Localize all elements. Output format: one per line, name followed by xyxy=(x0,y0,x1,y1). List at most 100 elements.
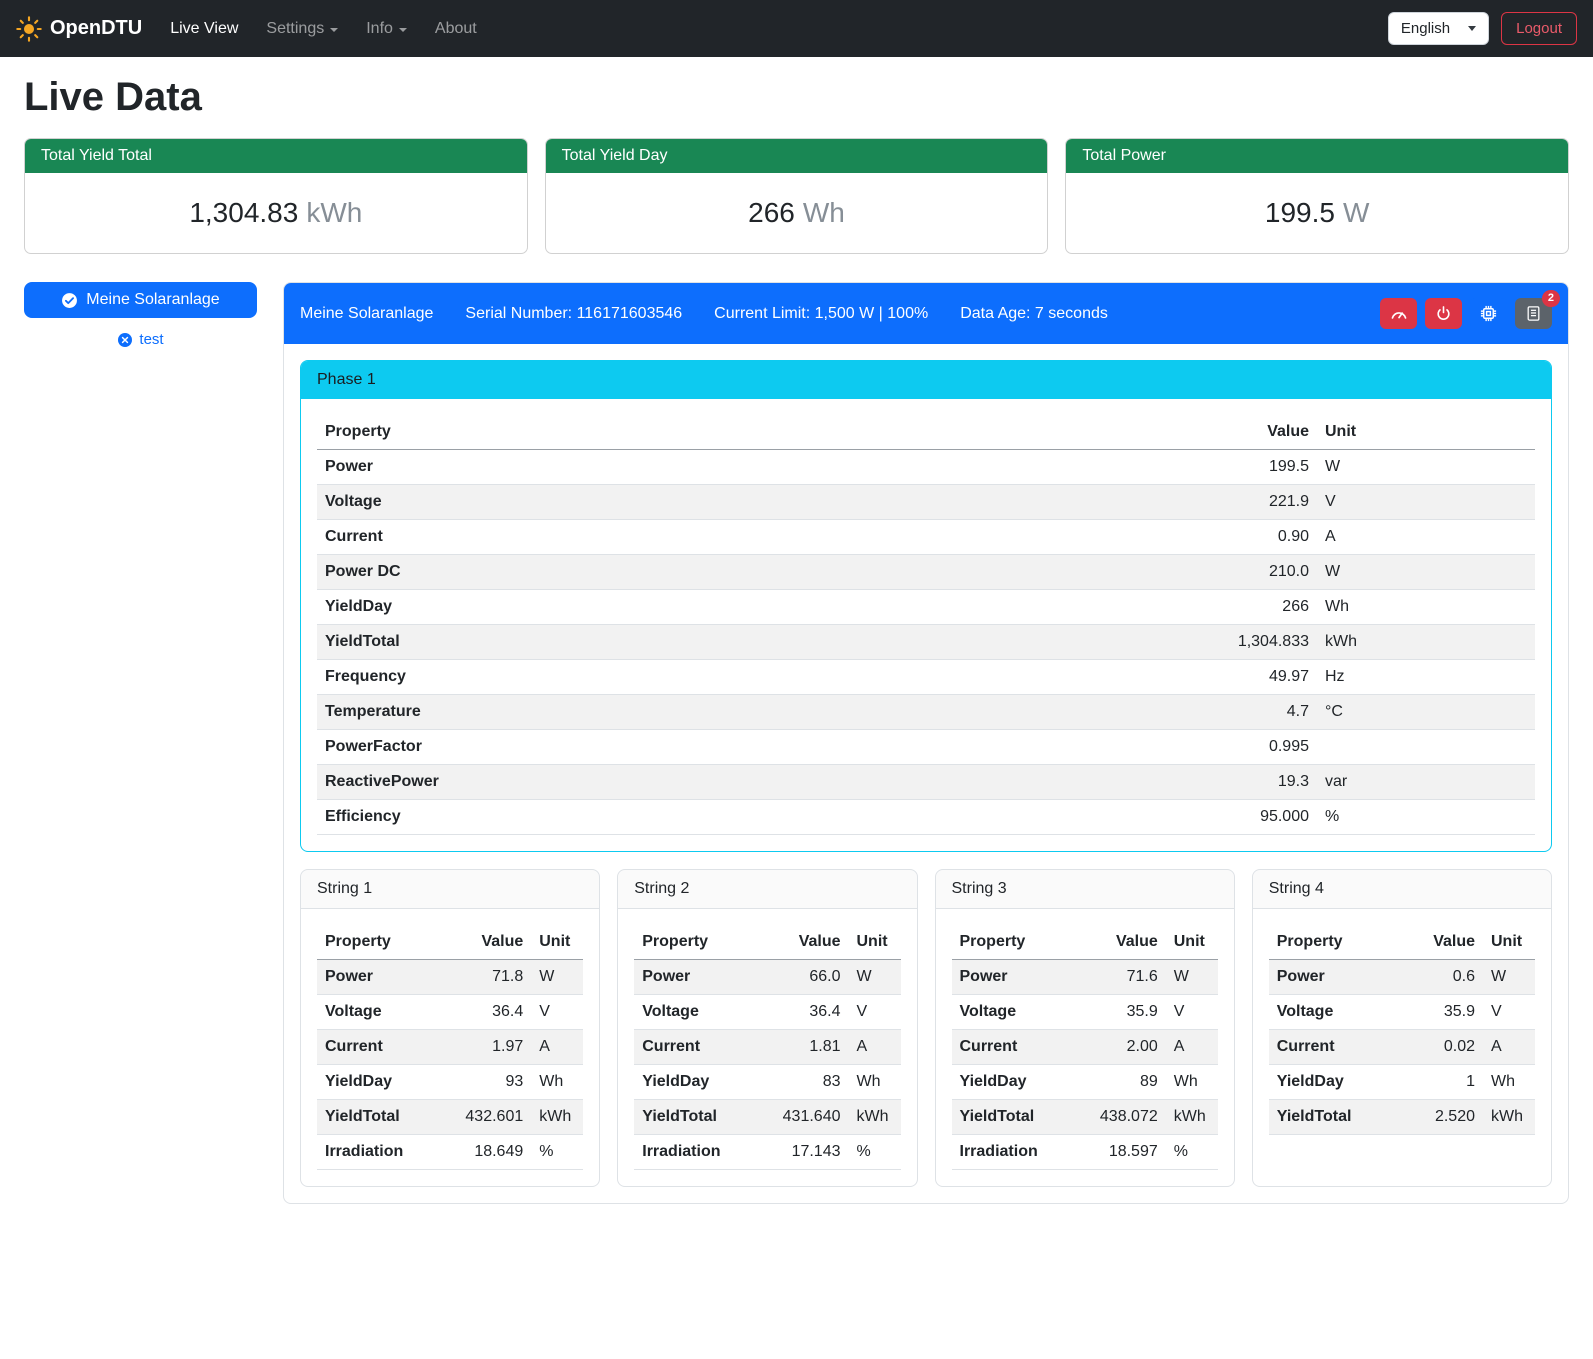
unit-cell: Wh xyxy=(1166,1065,1218,1100)
inverter-name: Meine Solaranlage xyxy=(300,305,433,323)
nav-links: Live View Settings Info About xyxy=(158,12,489,46)
value-cell: 83 xyxy=(759,1065,849,1100)
device-info-button[interactable] xyxy=(1470,298,1507,329)
nav-settings-label: Settings xyxy=(266,20,324,38)
column-unit: Unit xyxy=(1317,415,1535,450)
property-cell: YieldTotal xyxy=(634,1100,758,1135)
column-unit: Unit xyxy=(531,925,583,960)
brand[interactable]: OpenDTU xyxy=(16,16,150,42)
column-property: Property xyxy=(634,925,758,960)
value-cell: 35.9 xyxy=(1393,995,1483,1030)
column-property: Property xyxy=(317,415,915,450)
nav-about[interactable]: About xyxy=(423,12,489,46)
limit-settings-button[interactable] xyxy=(1380,298,1417,329)
value-cell: 0.995 xyxy=(915,730,1317,765)
sidebar-item-test[interactable]: test xyxy=(24,331,257,348)
table-row: Voltage 35.9 V xyxy=(952,995,1218,1030)
string-table: Property Value Unit Power xyxy=(634,925,900,1170)
card-value: 1,304.83 xyxy=(189,197,298,228)
card-value-row: 1,304.83kWh xyxy=(25,173,527,253)
inverter-serial: Serial Number: 116171603546 xyxy=(465,305,682,323)
column-unit: Unit xyxy=(849,925,901,960)
card-title: Total Yield Day xyxy=(546,139,1048,173)
column-unit: Unit xyxy=(1166,925,1218,960)
inverter-data-age: Data Age: 7 seconds xyxy=(960,305,1108,323)
phase-title: Phase 1 xyxy=(301,361,1551,399)
table-row: Irradiation 18.649 % xyxy=(317,1135,583,1170)
table-header-row: Property Value Unit xyxy=(1269,925,1535,960)
table-row: Irradiation 17.143 % xyxy=(634,1135,900,1170)
property-cell: YieldTotal xyxy=(317,1100,441,1135)
unit-cell: A xyxy=(1317,520,1535,555)
string-title: String 1 xyxy=(301,870,599,909)
cpu-icon xyxy=(1479,304,1498,323)
property-cell: Voltage xyxy=(634,995,758,1030)
nav-live-view[interactable]: Live View xyxy=(158,12,250,46)
value-cell: 2.00 xyxy=(1076,1030,1166,1065)
property-cell: Power xyxy=(317,450,915,485)
table-row: Voltage 36.4 V xyxy=(634,995,900,1030)
event-log-button[interactable]: 2 xyxy=(1515,298,1552,329)
value-cell: 266 xyxy=(915,590,1317,625)
string-table: Property Value Unit Power xyxy=(952,925,1218,1170)
string-2-card: String 2 Property Value Unit xyxy=(617,869,917,1187)
card-value: 199.5 xyxy=(1265,197,1335,228)
unit-cell: Wh xyxy=(1317,590,1535,625)
sidebar-item-label: Meine Solaranlage xyxy=(86,291,219,309)
chevron-down-icon xyxy=(1468,26,1476,31)
string-4-card: String 4 Property Value Unit xyxy=(1252,869,1552,1187)
value-cell: 199.5 xyxy=(915,450,1317,485)
table-row: YieldTotal 1,304.833 kWh xyxy=(317,625,1535,660)
property-cell: Current xyxy=(1269,1030,1393,1065)
column-property: Property xyxy=(317,925,441,960)
inverter-limit: Current Limit: 1,500 W | 100% xyxy=(714,305,928,323)
unit-cell: kWh xyxy=(531,1100,583,1135)
value-cell: 36.4 xyxy=(441,995,531,1030)
unit-cell: kWh xyxy=(1166,1100,1218,1135)
property-cell: Voltage xyxy=(317,485,915,520)
power-button[interactable] xyxy=(1425,298,1462,329)
value-cell: 210.0 xyxy=(915,555,1317,590)
property-cell: Power xyxy=(634,960,758,995)
unit-cell: °C xyxy=(1317,695,1535,730)
unit-cell: Wh xyxy=(1483,1065,1535,1100)
value-cell: 93 xyxy=(441,1065,531,1100)
total-yield-total-card: Total Yield Total 1,304.83kWh xyxy=(24,138,528,254)
table-row: PowerFactor 0.995 xyxy=(317,730,1535,765)
value-cell: 49.97 xyxy=(915,660,1317,695)
table-row: Current 1.81 A xyxy=(634,1030,900,1065)
value-cell: 431.640 xyxy=(759,1100,849,1135)
unit-cell: V xyxy=(531,995,583,1030)
property-cell: Irradiation xyxy=(952,1135,1076,1170)
value-cell: 0.02 xyxy=(1393,1030,1483,1065)
property-cell: Power DC xyxy=(317,555,915,590)
sidebar-item-meine-solaranlage[interactable]: Meine Solaranlage xyxy=(24,282,257,318)
value-cell: 2.520 xyxy=(1393,1100,1483,1135)
property-cell: ReactivePower xyxy=(317,765,915,800)
string-table: Property Value Unit Power xyxy=(317,925,583,1170)
unit-cell: % xyxy=(849,1135,901,1170)
string-3-card: String 3 Property Value Unit xyxy=(935,869,1235,1187)
unit-cell: kWh xyxy=(849,1100,901,1135)
card-value-row: 199.5W xyxy=(1066,173,1568,253)
column-property: Property xyxy=(952,925,1076,960)
value-cell: 1.81 xyxy=(759,1030,849,1065)
table-row: YieldTotal 2.520 kWh xyxy=(1269,1100,1535,1135)
summary-row: Total Yield Total 1,304.83kWh Total Yiel… xyxy=(24,138,1569,254)
unit-cell: A xyxy=(1166,1030,1218,1065)
table-row: Temperature 4.7 °C xyxy=(317,695,1535,730)
total-yield-day-card: Total Yield Day 266Wh xyxy=(545,138,1049,254)
nav-info[interactable]: Info xyxy=(354,12,419,46)
value-cell: 4.7 xyxy=(915,695,1317,730)
value-cell: 1 xyxy=(1393,1065,1483,1100)
journal-icon xyxy=(1525,305,1542,322)
event-count-badge: 2 xyxy=(1542,290,1560,307)
table-row: Power 199.5 W xyxy=(317,450,1535,485)
language-select[interactable]: English xyxy=(1388,12,1489,45)
string-1-card: String 1 Property Value Unit xyxy=(300,869,600,1187)
card-title: Total Yield Total xyxy=(25,139,527,173)
logout-button[interactable]: Logout xyxy=(1501,12,1577,45)
string-table: Property Value Unit Power xyxy=(1269,925,1535,1135)
table-header-row: Property Value Unit xyxy=(634,925,900,960)
nav-settings[interactable]: Settings xyxy=(254,12,350,46)
